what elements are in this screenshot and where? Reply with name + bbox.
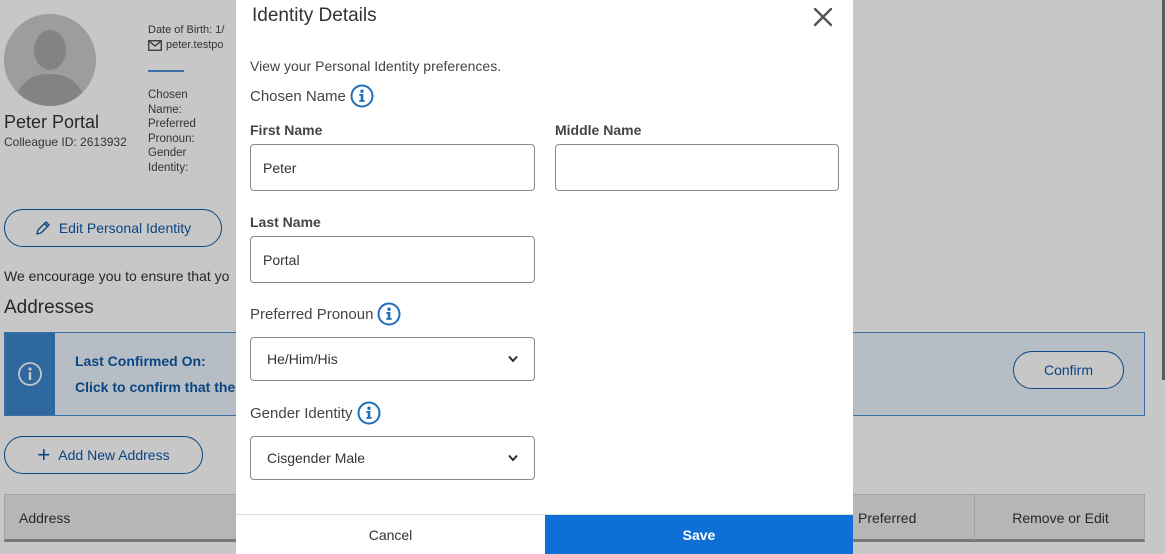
preferred-pronoun-section: Preferred Pronoun — [250, 302, 401, 326]
middle-name-input[interactable] — [555, 144, 839, 191]
dialog-description: View your Personal Identity preferences. — [250, 58, 502, 74]
gender-identity-label: Gender Identity — [250, 404, 353, 422]
dialog-footer: Cancel Save — [236, 514, 853, 554]
gender-identity-select[interactable]: Cisgender Male — [250, 436, 535, 480]
last-name-label: Last Name — [250, 214, 321, 230]
info-icon[interactable] — [350, 84, 374, 108]
cancel-button[interactable]: Cancel — [236, 515, 545, 554]
chosen-name-section: Chosen Name — [250, 84, 374, 108]
first-name-label: First Name — [250, 122, 323, 138]
chosen-name-label: Chosen Name — [250, 87, 346, 105]
identity-details-dialog: Identity Details View your Personal Iden… — [236, 0, 853, 554]
info-icon[interactable] — [357, 401, 381, 425]
info-icon[interactable] — [377, 302, 401, 326]
preferred-pronoun-value: He/Him/His — [267, 351, 338, 367]
chevron-down-icon — [508, 355, 518, 363]
first-name-input[interactable] — [250, 144, 535, 191]
close-button[interactable] — [810, 4, 836, 30]
chevron-down-icon — [508, 454, 518, 462]
last-name-input[interactable] — [250, 236, 535, 283]
gender-identity-section: Gender Identity — [250, 401, 381, 425]
preferred-pronoun-label: Preferred Pronoun — [250, 305, 374, 323]
middle-name-label: Middle Name — [555, 122, 642, 138]
dialog-title: Identity Details — [252, 5, 377, 26]
save-button[interactable]: Save — [545, 515, 853, 554]
gender-identity-value: Cisgender Male — [267, 450, 366, 466]
close-icon — [813, 7, 833, 27]
preferred-pronoun-select[interactable]: He/Him/His — [250, 337, 535, 381]
